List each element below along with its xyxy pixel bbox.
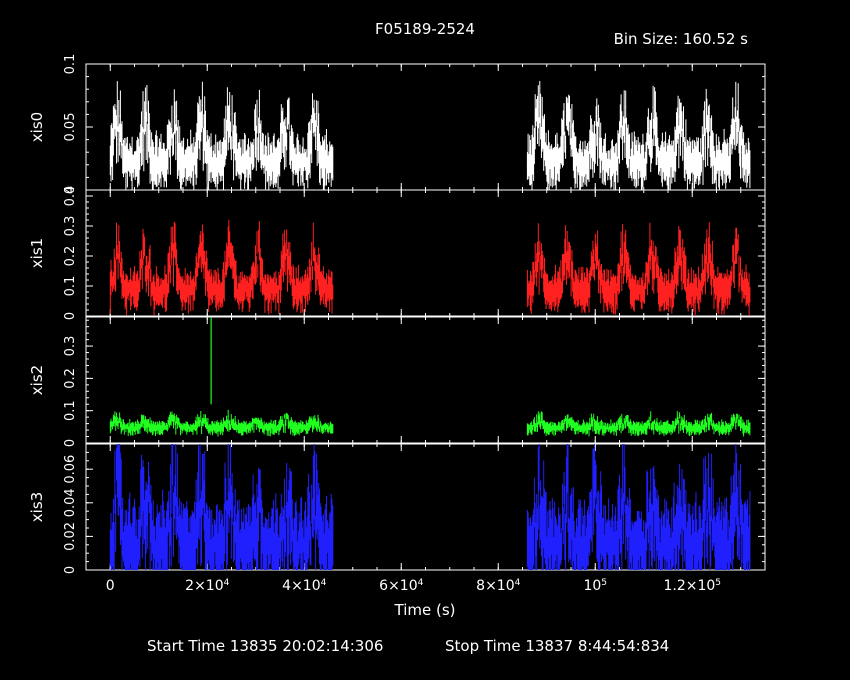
series-line-xis2 <box>109 409 751 437</box>
panel-xis1: 0 0.1 0.2 0.3 0.4 xis1 <box>28 186 766 320</box>
x-tick-label: 2×104 <box>185 578 229 594</box>
y-tick-label: 0 <box>63 312 78 320</box>
x-tick-label: 6×104 <box>379 578 423 594</box>
y-tick-label: 0 <box>63 566 78 574</box>
y-tick-label: 0.06 <box>63 455 78 484</box>
x-tick-label: 0 <box>106 578 115 594</box>
light-curve-figure: F05189-2524 Bin Size: 160.52 s Time (s) … <box>28 20 766 655</box>
panel-xis2: 0 0.1 0.2 0.3 xis2 <box>28 316 766 447</box>
bin-size-label: Bin Size: 160.52 s <box>614 30 749 48</box>
y-tick-label: 0.2 <box>63 246 78 267</box>
series-label: xis3 <box>28 492 46 522</box>
panel-xis3: 0 0.02 0.04 0.06 xis3 <box>28 443 766 574</box>
series-label: xis2 <box>28 365 46 395</box>
panels-group: 0 0.05 0.1 xis0 0 0.1 0.2 0.3 0.4 xis1 0 0.1 0.2 0.3 x… <box>28 54 766 594</box>
series-line-xis3 <box>109 444 751 570</box>
chart-title: F05189-2524 <box>375 20 475 38</box>
stop-time-label: Stop Time 13837 8:44:54:834 <box>445 637 669 655</box>
y-tick-label: 0.1 <box>63 54 78 75</box>
x-tick-label: 1.2×105 <box>663 578 721 594</box>
series-line-xis1 <box>109 219 751 316</box>
panel-xis0: 00.050.1xis0 <box>28 54 766 194</box>
y-tick-label: 0 <box>63 439 78 447</box>
y-tick-label: 0.04 <box>63 488 78 517</box>
y-tick-label: 0.05 <box>63 113 78 142</box>
y-tick-label: 0.3 <box>63 336 78 357</box>
y-tick-label: 0.2 <box>63 368 78 389</box>
series-line-xis0 <box>109 81 751 190</box>
y-tick-label: 0.1 <box>63 400 78 421</box>
x-tick-label: 8×104 <box>476 578 520 594</box>
series-label: xis1 <box>28 238 46 268</box>
y-tick-label: 0.1 <box>63 276 78 297</box>
y-tick-label: 0.3 <box>63 216 78 237</box>
start-time-label: Start Time 13835 20:02:14:306 <box>147 637 383 655</box>
x-axis-title: Time (s) <box>394 601 456 619</box>
y-tick-label: 0.4 <box>63 186 78 207</box>
series-label: xis0 <box>28 112 46 142</box>
y-tick-label: 0.02 <box>63 522 78 551</box>
x-tick-label: 105 <box>583 578 607 594</box>
x-tick-label: 4×104 <box>282 578 326 594</box>
